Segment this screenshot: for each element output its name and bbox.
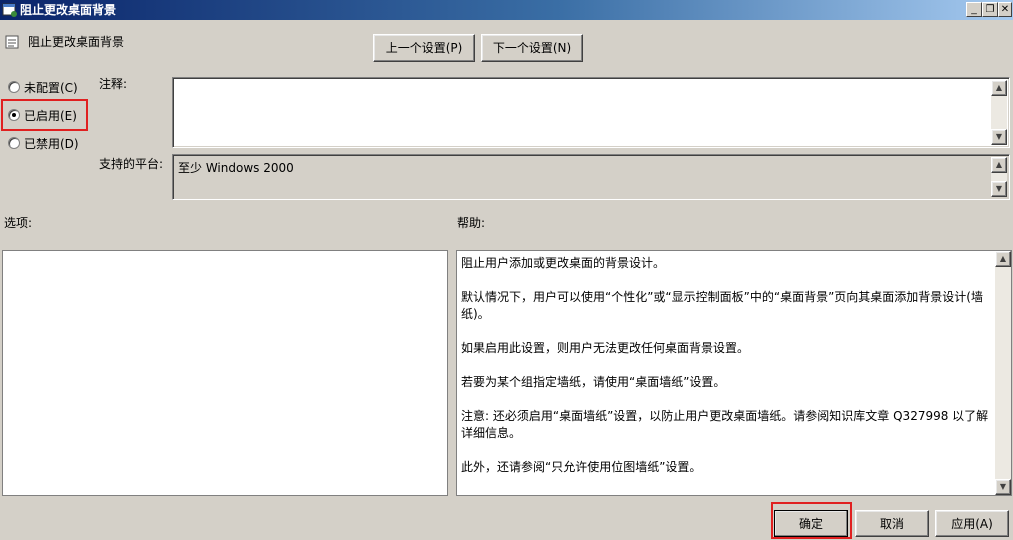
options-label: 选项: <box>4 216 33 230</box>
help-pane[interactable]: 阻止用户添加或更改桌面的背景设计。 默认情况下，用户可以使用“个性化”或“显示控… <box>456 250 1012 496</box>
radio-not-configured-indicator[interactable] <box>8 81 20 93</box>
apply-button[interactable]: 应用(A) <box>935 510 1009 537</box>
options-pane[interactable] <box>2 250 448 496</box>
title-bar[interactable]: 阻止更改桌面背景 _ ❐ ✕ <box>0 0 1013 20</box>
minimize-button[interactable]: _ <box>966 2 982 17</box>
scroll-up-icon[interactable]: ▲ <box>995 251 1011 267</box>
window-title: 阻止更改桌面背景 <box>20 3 117 17</box>
help-scrollbar[interactable]: ▲ ▼ <box>995 251 1011 495</box>
platform-label: 支持的平台: <box>99 157 164 171</box>
platform-field: 至少 Windows 2000 ▲ ▼ <box>172 154 1010 200</box>
radio-disabled-label: 已禁用(D) <box>24 136 79 151</box>
setting-icon <box>5 35 19 49</box>
ok-highlight-box <box>771 502 852 539</box>
comment-textarea[interactable]: ▲ ▼ <box>172 77 1010 148</box>
help-paragraph: 注意: 还必须启用“桌面墙纸”设置，以防止用户更改桌面墙纸。请参阅知识库文章 Q… <box>461 409 989 440</box>
platform-scrollbar[interactable]: ▲ ▼ <box>991 157 1007 197</box>
help-paragraph: 若要为某个组指定墙纸，请使用“桌面墙纸”设置。 <box>461 375 726 389</box>
next-setting-button[interactable]: 下一个设置(N) <box>481 34 583 62</box>
radio-disabled-indicator[interactable] <box>8 137 20 149</box>
help-paragraph: 默认情况下，用户可以使用“个性化”或“显示控制面板”中的“桌面背景”页向其桌面添… <box>461 290 983 321</box>
scroll-down-icon[interactable]: ▼ <box>995 479 1011 495</box>
help-text: 阻止用户添加或更改桌面的背景设计。 默认情况下，用户可以使用“个性化”或“显示控… <box>461 255 991 493</box>
help-paragraph: 如果启用此设置，则用户无法更改任何桌面背景设置。 <box>461 341 750 355</box>
setting-title: 阻止更改桌面背景 <box>28 35 125 49</box>
radio-disabled[interactable]: 已禁用(D) <box>8 134 79 152</box>
radio-not-configured[interactable]: 未配置(C) <box>8 78 78 96</box>
help-label: 帮助: <box>457 216 486 230</box>
radio-not-configured-label: 未配置(C) <box>24 80 78 95</box>
scroll-up-icon[interactable]: ▲ <box>991 80 1007 96</box>
restore-button[interactable]: ❐ <box>982 2 998 17</box>
platform-value: 至少 Windows 2000 <box>178 161 294 175</box>
previous-setting-button[interactable]: 上一个设置(P) <box>373 34 475 62</box>
policy-window-icon <box>2 3 17 17</box>
close-button[interactable]: ✕ <box>998 2 1012 17</box>
comment-scrollbar[interactable]: ▲ ▼ <box>991 80 1007 145</box>
scroll-up-icon[interactable]: ▲ <box>991 157 1007 173</box>
enabled-highlight-box <box>1 99 88 131</box>
scroll-down-icon[interactable]: ▼ <box>991 129 1007 145</box>
scroll-down-icon[interactable]: ▼ <box>991 181 1007 197</box>
cancel-button[interactable]: 取消 <box>855 510 929 537</box>
comment-label: 注释: <box>99 77 128 91</box>
help-paragraph: 阻止用户添加或更改桌面的背景设计。 <box>461 256 666 270</box>
help-paragraph: 此外，还请参阅“只允许使用位图墙纸”设置。 <box>461 460 702 474</box>
